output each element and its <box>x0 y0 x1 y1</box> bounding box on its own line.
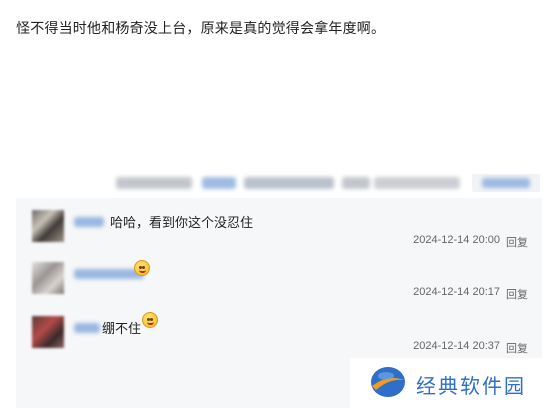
blurred-username-link[interactable] <box>74 323 100 333</box>
reply-timestamp: 2024-12-14 20:37 <box>413 340 500 352</box>
reply-timestamp: 2024-12-14 20:17 <box>413 286 500 298</box>
blurred-meta-text <box>342 177 370 189</box>
blurred-meta-text <box>116 177 192 189</box>
reply-timestamp: 2024-12-14 20:00 <box>413 234 500 246</box>
reply-item: 哈哈，看到你这个没忍住 2024-12-14 20:00 回复 <box>16 206 542 262</box>
reply-text: 哈哈，看到你这个没忍住 <box>110 215 254 230</box>
blurred-meta-text <box>374 177 460 189</box>
reply-item: 2024-12-14 20:17 回复 <box>16 258 542 314</box>
site-logo-icon <box>371 367 405 397</box>
avatar[interactable] <box>32 262 64 294</box>
blurred-author-link[interactable] <box>202 177 236 189</box>
blurred-reply-label <box>482 178 530 188</box>
reply-button[interactable]: 回复 <box>506 340 528 356</box>
site-watermark: 经典软件园 <box>350 358 550 408</box>
grin-emoji-icon <box>134 260 150 276</box>
post-meta-row <box>116 174 546 192</box>
grin-emoji-icon <box>142 312 158 328</box>
watermark-text: 经典软件园 <box>416 374 526 398</box>
reply-text: 绷不住 <box>102 321 142 336</box>
blurred-meta-text <box>244 177 334 189</box>
post-text: 怪不得当时他和杨奇没上台，原来是真的觉得会拿年度啊。 <box>16 20 386 36</box>
avatar[interactable] <box>32 210 64 242</box>
avatar[interactable] <box>32 316 64 348</box>
reply-button[interactable]: 回复 <box>506 234 528 250</box>
comment-thread-page: 怪不得当时他和杨奇没上台，原来是真的觉得会拿年度啊。 哈哈，看到你这个没忍住 2… <box>0 0 550 408</box>
blurred-reply-button[interactable] <box>472 174 540 192</box>
reply-button[interactable]: 回复 <box>506 286 528 302</box>
blurred-username-link[interactable] <box>74 217 104 227</box>
